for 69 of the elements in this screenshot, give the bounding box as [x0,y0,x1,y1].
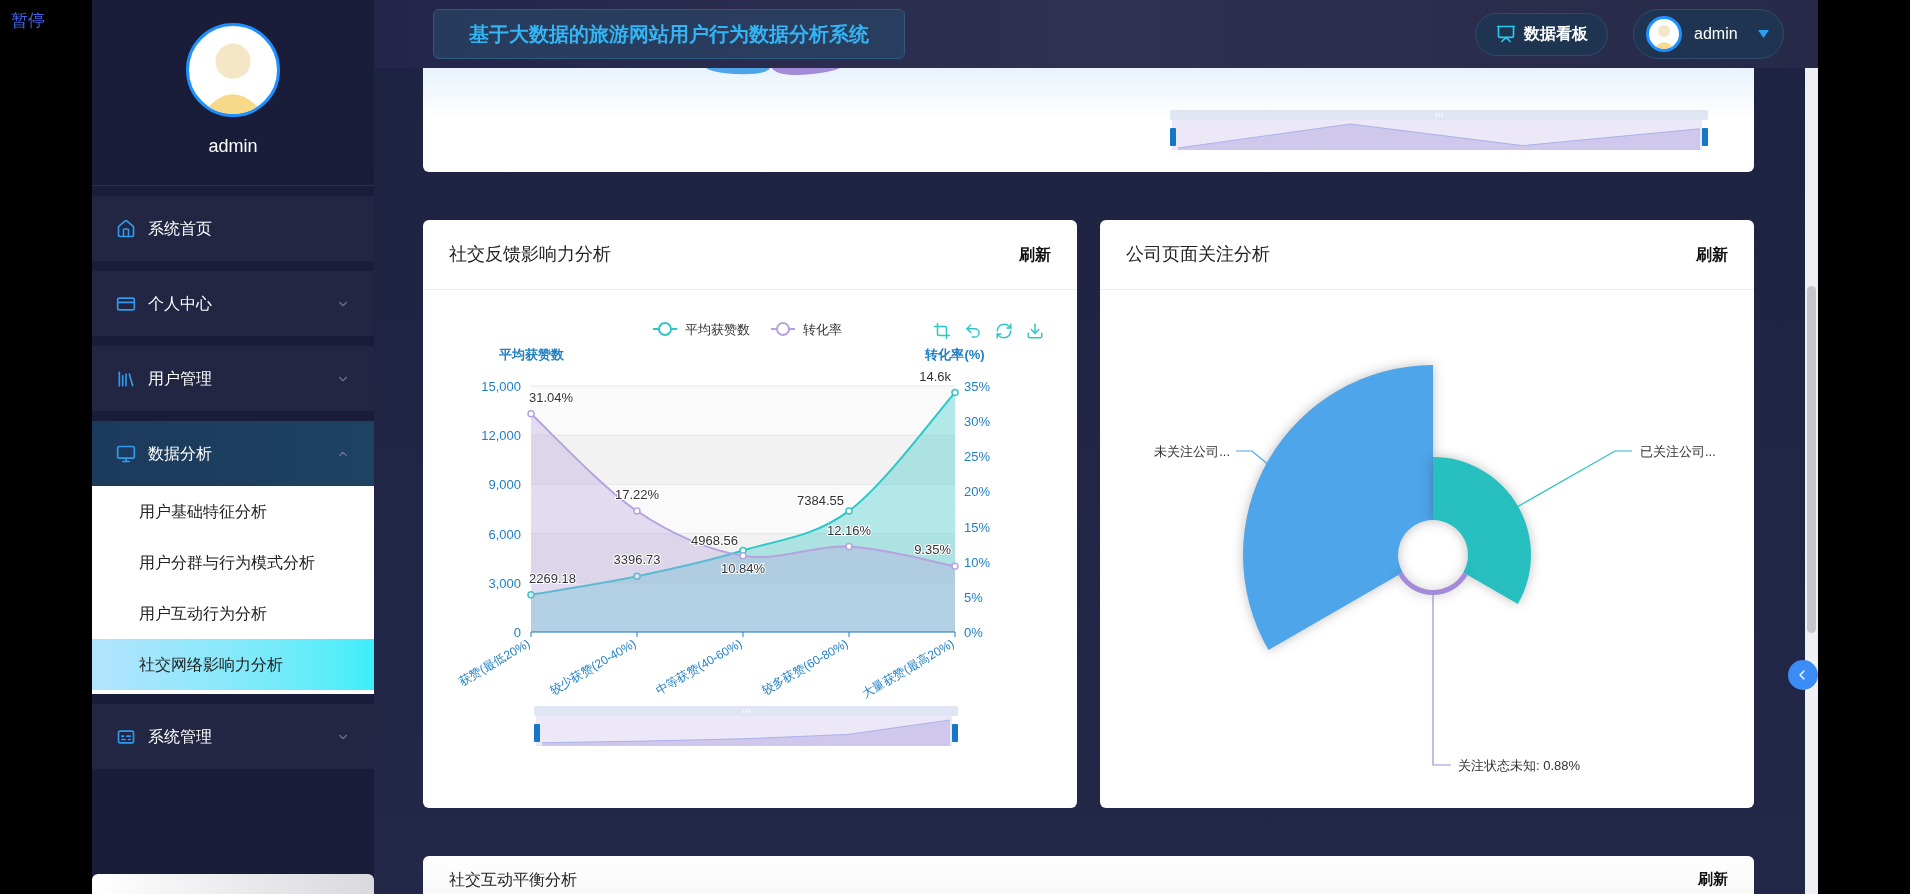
data-point [633,572,641,581]
menu-item[interactable]: 数据分析 [92,421,374,486]
x-axis-label: 大量获赞(最高20%) [859,636,957,701]
refresh-button[interactable]: 刷新 [1019,242,1051,267]
user-name: admin [208,135,258,158]
y-axis-label: 0% [964,625,983,640]
refresh-button[interactable]: 刷新 [1696,242,1728,267]
range-slider[interactable] [534,706,958,748]
legend-label: 转化率 [803,322,842,337]
y-axis-label: 30% [964,414,991,430]
legend-label: 平均获赞数 [685,322,750,337]
data-label: 2269.18 [529,570,576,586]
menu-item[interactable]: 用户管理 [92,346,374,411]
y-axis-title: 平均获赞数 [498,347,564,362]
data-label: 9.35% [914,542,951,558]
home-icon [116,218,136,239]
zoom-icon[interactable] [933,322,951,340]
refresh-button[interactable]: 刷新 [1698,868,1728,891]
slice-label: 关注状态未知: 0.88% [1458,758,1581,773]
monitor-icon [116,443,136,464]
y-axis-title: 转化率(%) [925,347,985,362]
data-point [527,591,535,599]
data-point [951,562,959,571]
y-axis-label: 20% [964,484,991,500]
data-point [845,507,853,515]
app-title: 基于大数据的旅游网站用户行为数据分析系统 [433,9,905,59]
data-point [633,507,641,515]
scrollbar-thumb[interactable] [1807,286,1816,633]
slice-label: 已关注公司... [1640,444,1716,459]
board-icon [1495,24,1516,44]
data-label: 12.16% [826,522,872,538]
y-axis-label: 15% [964,519,991,535]
y-axis-label: 5% [964,589,983,605]
card-title: 公司页面关注分析 [1126,243,1270,266]
y-axis-label: 25% [964,449,991,465]
y-axis-label: 3,000 [488,575,521,591]
caret-icon [1757,30,1769,38]
data-label: 3396.73 [613,552,661,568]
data-label: 4968.56 [691,532,738,548]
data-label: 17.22% [614,486,660,502]
data-label: 31.04% [529,389,574,405]
y-axis-label: 6,000 [488,526,521,542]
data-point [845,542,853,551]
user-menu[interactable]: admin [1633,9,1784,59]
refresh-icon[interactable] [995,322,1013,340]
data-label: 14.6k [919,368,951,384]
data-label: 10.84% [720,560,766,576]
data-label: 7384.55 [797,492,844,508]
download-icon[interactable] [1026,322,1044,340]
card-title: 社交反馈影响力分析 [449,243,611,266]
y-axis-label: 9,000 [488,477,521,493]
menu-item[interactable]: 系统管理 [92,704,374,769]
data-point [527,410,535,418]
legend-item[interactable]: 平均获赞数 [652,322,750,337]
pause-label: 暂停 [11,11,45,30]
dashboard-button[interactable]: 数据看板 [1475,12,1608,56]
submenu-item[interactable]: 社交网络影响力分析 [92,639,374,690]
user-avatar [1646,16,1682,52]
legend-item[interactable]: 转化率 [770,322,842,337]
y-axis-label: 15,000 [481,379,521,394]
y-axis-label: 10% [964,554,991,570]
card-title: 社交互动平衡分析 [449,870,577,890]
y-axis-label: 12,000 [481,428,521,444]
menu-item[interactable]: 系统首页 [92,196,374,261]
slice-label: 未关注公司... [1154,444,1230,459]
y-axis-label: 35% [964,379,991,394]
menu-item[interactable]: 个人中心 [92,271,374,336]
undo-icon[interactable] [964,322,982,340]
data-point [951,388,959,397]
